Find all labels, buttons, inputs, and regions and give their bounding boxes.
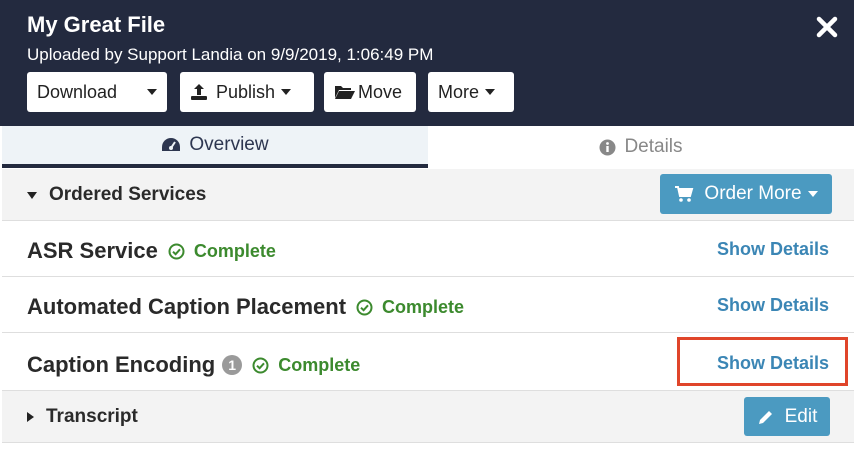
show-details-link[interactable]: Show Details <box>717 295 829 316</box>
folder-open-icon <box>335 86 355 99</box>
caret-right-icon <box>27 412 34 422</box>
chevron-down-icon <box>807 191 818 197</box>
service-name: Automated Caption Placement <box>27 294 347 319</box>
show-details-link[interactable]: Show Details <box>717 239 829 260</box>
move-button[interactable]: Move <box>324 72 416 112</box>
upload-info: Uploaded by Support Landia on 9/9/2019, … <box>27 45 434 64</box>
service-row-asr: ASR Service Complete Show Details <box>2 221 854 277</box>
cart-icon <box>675 186 694 202</box>
status-text: Complete <box>278 354 361 375</box>
check-circle-icon <box>168 243 185 259</box>
status-text: Complete <box>382 296 465 317</box>
status-badge: Complete <box>356 297 464 318</box>
service-row-automated-caption-placement: Automated Caption Placement Complete Sho… <box>2 277 854 333</box>
file-header: My Great File Uploaded by Support Landia… <box>0 0 854 126</box>
status-badge: Complete <box>252 355 360 376</box>
close-icon[interactable] <box>814 14 840 40</box>
edit-button[interactable]: Edit <box>744 397 830 436</box>
ordered-services-title: Ordered Services <box>49 184 207 205</box>
info-icon <box>599 139 616 155</box>
check-circle-icon <box>252 357 269 373</box>
download-label: Download <box>37 81 118 102</box>
tab-label: Overview <box>189 134 269 155</box>
more-label: More <box>438 81 480 102</box>
count-badge: 1 <box>222 355 243 375</box>
move-label: Move <box>358 81 403 102</box>
caret-down-icon <box>27 191 37 199</box>
publish-button[interactable]: Publish <box>180 72 314 112</box>
pencil-icon <box>758 410 772 424</box>
check-circle-icon <box>356 299 373 315</box>
more-button[interactable]: More <box>428 72 514 112</box>
edit-label: Edit <box>784 405 818 427</box>
download-button[interactable]: Download <box>27 72 167 112</box>
tab-overview[interactable]: Overview <box>2 126 428 168</box>
tab-label: Details <box>624 136 683 157</box>
transcript-header[interactable]: Transcript <box>2 391 854 443</box>
tab-details[interactable]: Details <box>428 126 854 168</box>
upload-icon <box>191 84 207 100</box>
transcript-title: Transcript <box>46 406 138 427</box>
service-name-block: Automated Caption Placement Complete <box>27 294 464 320</box>
service-name-block: Caption Encoding 1 Complete <box>27 352 360 378</box>
highlight-box <box>677 337 848 386</box>
section-title: Transcript <box>27 406 138 428</box>
status-text: Complete <box>193 240 276 261</box>
publish-label: Publish <box>216 81 276 102</box>
chevron-down-icon <box>485 89 496 95</box>
service-name: Caption Encoding <box>27 352 216 377</box>
chevron-down-icon <box>147 89 157 95</box>
tab-bar: Overview Details <box>2 126 854 168</box>
file-title: My Great File <box>27 12 166 37</box>
order-more-label: Order More <box>704 183 802 204</box>
status-badge: Complete <box>168 241 276 262</box>
gauge-icon <box>162 138 181 151</box>
service-name: ASR Service <box>27 238 158 263</box>
chevron-down-icon <box>281 89 292 95</box>
service-name-block: ASR Service Complete <box>27 238 276 264</box>
order-more-button[interactable]: Order More <box>660 174 832 214</box>
section-title: Ordered Services <box>27 184 206 206</box>
